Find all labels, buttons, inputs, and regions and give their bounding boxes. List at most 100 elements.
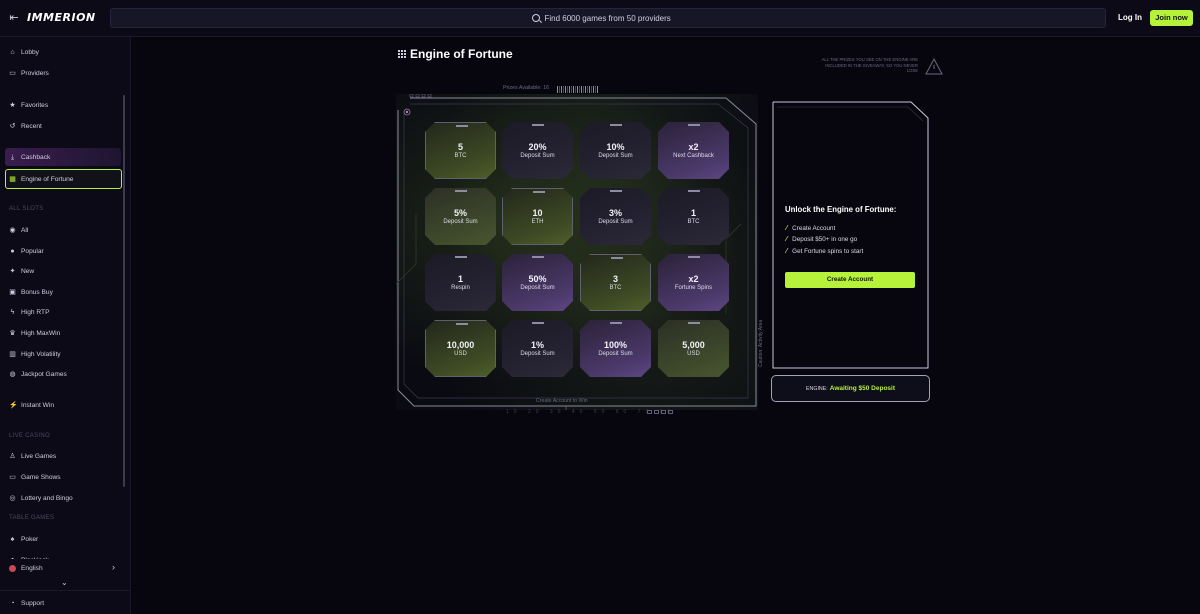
bolt-icon: ϟ bbox=[10, 308, 15, 316]
prize-unit: Deposit Sum bbox=[520, 351, 555, 357]
sidebar-item-label: Game Shows bbox=[21, 473, 61, 481]
sidebar-item-label: Lobby bbox=[21, 48, 39, 56]
search-icon bbox=[531, 14, 540, 22]
warning-triangle-icon bbox=[925, 57, 943, 75]
search-bar[interactable] bbox=[110, 8, 1106, 28]
sidebar-item-new[interactable]: ✦ New bbox=[9, 264, 35, 278]
sidebar-item-poker[interactable]: ♠ Poker bbox=[9, 532, 39, 546]
language-label: English bbox=[21, 564, 43, 572]
language-selector[interactable]: English › bbox=[0, 559, 130, 577]
prize-value: 100% bbox=[603, 340, 628, 350]
popular-icon: ● bbox=[10, 247, 15, 255]
sidebar-item-support[interactable]: ◔ Support bbox=[9, 596, 44, 610]
prize-tile: 1 BTC bbox=[658, 188, 729, 245]
collapse-sidebar-icon[interactable]: ⇤ bbox=[7, 11, 21, 25]
sidebar-item-label: Lottery and Bingo bbox=[21, 494, 73, 502]
sidebar-item-providers[interactable]: ▭ Providers bbox=[9, 66, 49, 80]
support-icon: ◔ bbox=[10, 599, 15, 607]
language-item[interactable]: English bbox=[9, 561, 43, 575]
sidebar-item-label: Jackpot Games bbox=[21, 370, 67, 378]
prize-unit: Deposit Sum bbox=[443, 219, 478, 225]
tv-icon: ▭ bbox=[9, 473, 16, 481]
sidebar-item-favorites[interactable]: ★ Favorites bbox=[9, 98, 48, 112]
top-bar: ⇤ IMMERION Log In Join now bbox=[0, 0, 1200, 37]
flag-icon bbox=[9, 564, 16, 572]
chevron-down-icon[interactable]: ⌄ bbox=[61, 578, 68, 587]
sidebar-item-bonus-buy[interactable]: ▣ Bonus Buy bbox=[9, 285, 53, 299]
sparkle-icon: ✦ bbox=[9, 267, 16, 275]
sidebar-item-engine-of-fortune[interactable]: ▦ Engine of Fortune bbox=[9, 172, 73, 186]
sidebar-item-label: Cashback bbox=[21, 153, 51, 161]
sidebar-item-instant-win[interactable]: ⚡ Instant Win bbox=[9, 398, 54, 412]
prize-value: x2 bbox=[688, 274, 699, 284]
history-icon: ↺ bbox=[9, 122, 16, 130]
sidebar-item-high-maxwin[interactable]: ♛ High MaxWin bbox=[9, 326, 60, 340]
sidebar-scrollbar[interactable] bbox=[123, 95, 125, 487]
prize-unit: Deposit Sum bbox=[598, 219, 633, 225]
engine-status-value: Awaiting $50 Deposit bbox=[829, 385, 896, 392]
unlock-title: Unlock the Engine of Fortune: bbox=[785, 205, 897, 214]
unlock-panel-frame bbox=[772, 101, 929, 369]
sidebar-item-high-rtp[interactable]: ϟ High RTP bbox=[9, 305, 50, 319]
sidebar-item-live-games[interactable]: ♙ Live Games bbox=[9, 449, 56, 463]
prize-tile: 1% Deposit Sum bbox=[502, 320, 573, 377]
join-now-button[interactable]: Join now bbox=[1150, 10, 1193, 26]
barcode-decoration bbox=[557, 86, 599, 93]
prize-value: 50% bbox=[528, 274, 547, 284]
login-button[interactable]: Log In bbox=[1118, 13, 1142, 22]
step-item: ⁄ Create Account bbox=[786, 225, 835, 232]
prize-value: x2 bbox=[688, 142, 699, 152]
search-input[interactable] bbox=[544, 13, 685, 23]
prize-unit: Fortune Spins bbox=[674, 285, 713, 291]
sidebar-item-label: Instant Win bbox=[21, 401, 54, 409]
sidebar-item-all[interactable]: ◉ All bbox=[9, 223, 28, 237]
prize-value: 1 bbox=[457, 274, 463, 284]
star-icon: ★ bbox=[9, 101, 16, 109]
prize-tile: 3% Deposit Sum bbox=[580, 188, 651, 245]
caution-label: Caution: Activity Area bbox=[756, 305, 766, 367]
prize-tile: 10,000 USD bbox=[425, 320, 496, 377]
logo[interactable]: IMMERION bbox=[27, 11, 96, 24]
prize-value: 1 bbox=[690, 208, 696, 218]
prize-value: 10% bbox=[606, 142, 625, 152]
step-2-icon: ⁄ bbox=[786, 236, 788, 243]
prize-tile: x2 Next Cashback bbox=[658, 122, 729, 179]
prize-value: 5% bbox=[453, 208, 467, 218]
sidebar-item-high-volatility[interactable]: ▥ High Volatility bbox=[9, 347, 60, 361]
sidebar-item-recent[interactable]: ↺ Recent bbox=[9, 119, 42, 133]
prize-unit: Respin bbox=[451, 285, 470, 291]
sidebar-item-label: Bonus Buy bbox=[21, 288, 53, 296]
sidebar-item-lottery-bingo[interactable]: ◎ Lottery and Bingo bbox=[9, 491, 73, 505]
prize-value: 3 bbox=[612, 274, 618, 284]
step-label: Deposit $50+ in one go bbox=[792, 236, 858, 243]
lottery-icon: ◎ bbox=[9, 494, 16, 502]
page-title-text: Engine of Fortune bbox=[410, 47, 513, 61]
sidebar-item-lobby[interactable]: ⌂ Lobby bbox=[9, 45, 39, 59]
prize-value: 5,000 bbox=[682, 340, 705, 350]
home-icon: ⌂ bbox=[10, 48, 15, 56]
sidebar-item-label: All bbox=[21, 226, 29, 234]
prize-unit: Deposit Sum bbox=[598, 351, 633, 357]
sidebar-item-jackpot-games[interactable]: ◍ Jackpot Games bbox=[9, 367, 67, 381]
prizes-available-label: Prizes Available: 16 bbox=[503, 85, 550, 91]
sidebar-item-label: Live Games bbox=[21, 452, 57, 460]
all-icon: ◉ bbox=[9, 226, 16, 234]
caution-text: Caution: Activity Area bbox=[758, 319, 764, 367]
sidebar-item-label: High MaxWin bbox=[21, 329, 61, 337]
prize-unit: Deposit Sum bbox=[520, 285, 555, 291]
sidebar-item-game-shows[interactable]: ▭ Game Shows bbox=[9, 470, 61, 484]
sidebar-item-cashback[interactable]: ⤓ Cashback bbox=[9, 150, 50, 164]
step-3-icon: ⁄ bbox=[786, 248, 788, 255]
prize-tile: 5% Deposit Sum bbox=[425, 188, 496, 245]
step-1-icon: ⁄ bbox=[786, 225, 788, 232]
step-item: ⁄ Get Fortune spins to start bbox=[786, 248, 863, 255]
prize-tile: 1 Respin bbox=[425, 254, 496, 311]
prize-unit: BTC bbox=[454, 153, 467, 159]
prize-value: 3% bbox=[608, 208, 622, 218]
section-all-slots: ALL SLOTS bbox=[9, 206, 44, 212]
section-live-casino: LIVE CASINO bbox=[9, 433, 50, 439]
scale-indicator bbox=[647, 410, 673, 414]
sidebar-item-popular[interactable]: ● Popular bbox=[9, 244, 43, 258]
create-account-button[interactable]: Create Account bbox=[785, 272, 915, 288]
grid-icon bbox=[398, 50, 406, 58]
